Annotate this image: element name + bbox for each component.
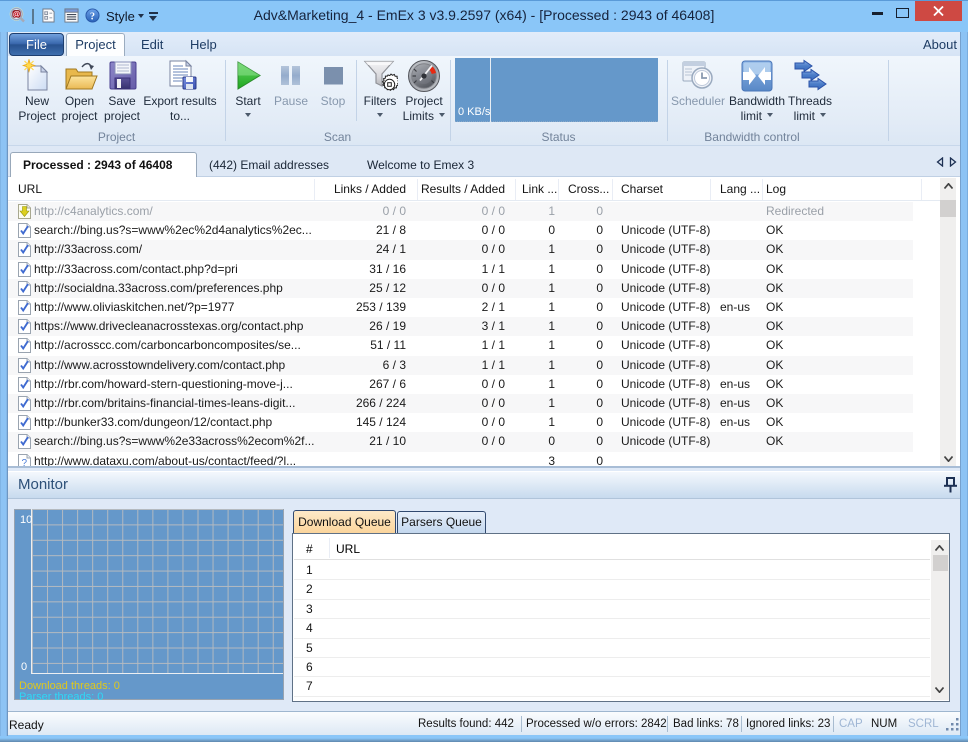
- svg-text:?: ?: [90, 11, 95, 22]
- svg-text:@: @: [13, 10, 21, 19]
